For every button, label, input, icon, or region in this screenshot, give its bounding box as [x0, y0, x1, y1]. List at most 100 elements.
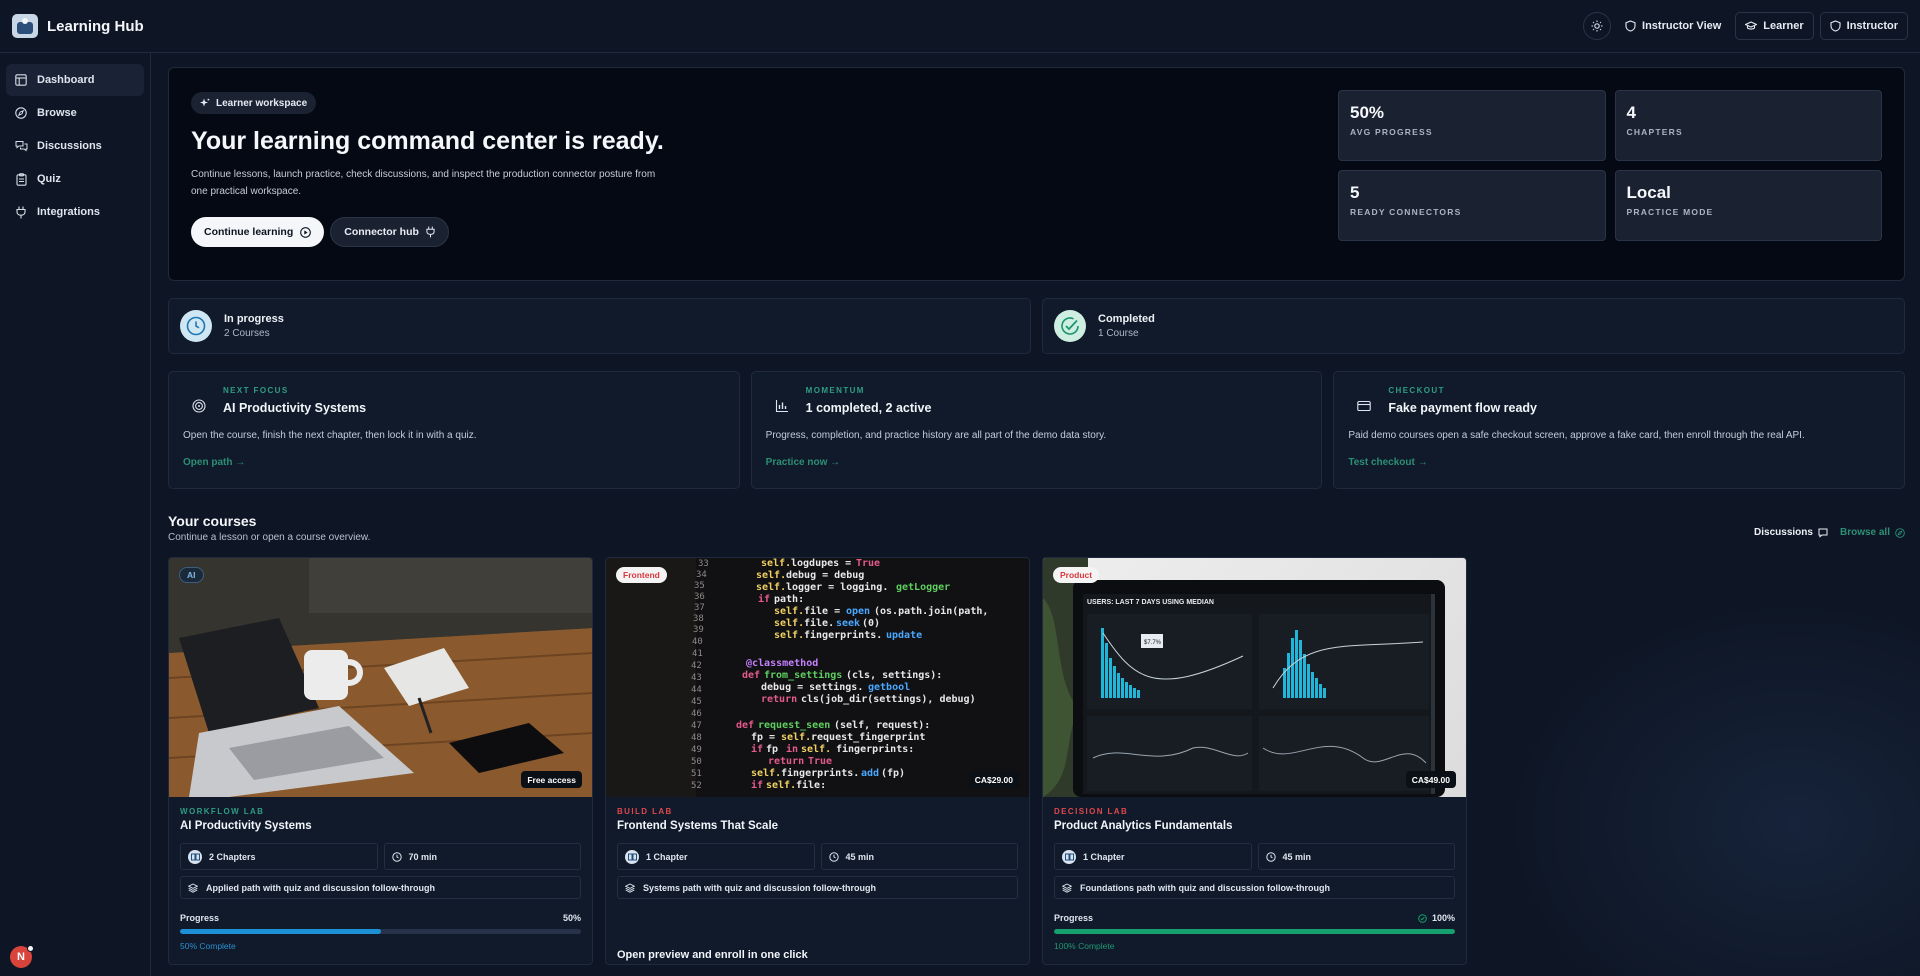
chat-icon	[1818, 528, 1828, 538]
svg-text:35: 35	[694, 581, 705, 591]
course-eyebrow: WORKFLOW LAB	[180, 807, 265, 816]
in-progress-card[interactable]: In progress 2 Courses	[168, 298, 1031, 354]
book-icon	[1062, 849, 1076, 864]
focus-title: 1 completed, 2 active	[805, 401, 932, 415]
sidebar-item-label: Browse	[37, 107, 77, 119]
course-title: Product Analytics Fundamentals	[1054, 820, 1233, 832]
plug-icon	[14, 205, 28, 219]
avatar[interactable]: N	[10, 945, 34, 968]
status-title: In progress	[224, 313, 284, 325]
hero-panel: Learner workspace Your learning command …	[168, 67, 1905, 281]
instructor-role-button[interactable]: Instructor	[1819, 12, 1908, 40]
stat-label: CHAPTERS	[1626, 127, 1683, 137]
svg-text:getLogger: getLogger	[896, 582, 950, 593]
svg-text:43: 43	[691, 673, 702, 683]
course-card-ai-productivity[interactable]: AI Free access WORKFLOW LAB AI Productiv…	[168, 557, 593, 965]
svg-text:38: 38	[693, 614, 704, 624]
sidebar-item-quiz[interactable]: Quiz	[6, 163, 144, 195]
svg-text:37: 37	[694, 603, 705, 613]
theme-toggle-button[interactable]	[1583, 12, 1612, 40]
layers-icon	[1062, 882, 1072, 893]
background-glow	[1500, 596, 1920, 976]
course-card-product-analytics[interactable]: USERS: LAST 7 DAYS USING MEDIAN $7.7% Pr…	[1042, 557, 1467, 965]
workspace-pill-label: Learner workspace	[216, 97, 308, 109]
notification-dot	[27, 945, 34, 952]
connector-hub-button[interactable]: Connector hub	[330, 217, 449, 247]
sidebar-item-dashboard[interactable]: Dashboard	[6, 64, 144, 96]
svg-text:fingerprints.: fingerprints.	[781, 767, 859, 779]
clipboard-icon	[14, 172, 28, 186]
shield-icon	[1830, 20, 1841, 32]
stat-label: READY CONNECTORS	[1350, 207, 1462, 217]
sidebar-item-integrations[interactable]: Integrations	[6, 196, 144, 228]
stat-card: 4 CHAPTERS	[1614, 90, 1882, 161]
chapters-label: 2 Chapters	[209, 851, 256, 862]
svg-text:request_fingerprint: request_fingerprint	[811, 731, 925, 743]
brand[interactable]: Learning Hub	[12, 14, 144, 38]
book-icon	[625, 849, 639, 864]
compass-icon	[14, 106, 28, 120]
svg-text:def: def	[736, 720, 754, 731]
svg-text:46: 46	[691, 709, 702, 719]
svg-text:self.: self.	[801, 744, 831, 755]
stat-card: 50% AVG PROGRESS	[1338, 90, 1606, 161]
layers-icon	[188, 882, 198, 893]
chapters-label: 1 Chapter	[1083, 851, 1125, 862]
completed-card[interactable]: Completed 1 Course	[1042, 298, 1905, 354]
course-card-frontend-systems[interactable]: 33 34 35 36 37 38 39 40 41 42 43 44 45 46 47 48 49 50 51 52…	[605, 557, 1030, 965]
svg-text:47: 47	[691, 721, 702, 731]
sidebar: Dashboard Browse Discussions Quiz Integr…	[0, 53, 151, 976]
svg-text:49: 49	[691, 745, 702, 755]
svg-text:def: def	[742, 670, 760, 681]
svg-text:debug = settings.: debug = settings.	[761, 681, 863, 693]
svg-text:self.: self.	[766, 780, 796, 791]
sidebar-item-label: Integrations	[37, 206, 100, 218]
momentum-card: MOMENTUM 1 completed, 2 active Progress, …	[750, 371, 1323, 489]
sidebar-item-discussions[interactable]: Discussions	[6, 130, 144, 162]
svg-text:request_seen: request_seen	[758, 720, 830, 731]
svg-text:file:: file:	[796, 779, 826, 791]
chapters-meta: 1 Chapter	[617, 843, 815, 870]
svg-text:cls(job_dir(settings), debug): cls(job_dir(settings), debug)	[801, 693, 976, 705]
learner-role-button[interactable]: Learner	[1735, 12, 1814, 40]
status-subtitle: 2 Courses	[224, 328, 270, 339]
browse-all-link[interactable]: Browse all	[1840, 527, 1905, 538]
instructor-label: Instructor	[1846, 20, 1898, 32]
svg-text:self.: self.	[781, 732, 811, 743]
sidebar-item-browse[interactable]: Browse	[6, 97, 144, 129]
svg-text:self.: self.	[774, 606, 804, 617]
path-label: Systems path with quiz and discussion fo…	[643, 882, 877, 893]
sun-icon	[1591, 20, 1603, 32]
test-checkout-link[interactable]: Test checkout →	[1348, 457, 1890, 468]
svg-text:update: update	[886, 630, 922, 641]
stats-grid: 50% AVG PROGRESS 4 CHAPTERS 5 READY CONNECT…	[1338, 90, 1882, 241]
progress-fill	[180, 929, 381, 934]
sidebar-item-label: Dashboard	[37, 74, 95, 86]
svg-text:if: if	[751, 743, 763, 755]
progress-fill	[1054, 929, 1455, 934]
courses-subtitle: Continue a lesson or open a course overv…	[168, 532, 371, 543]
shield-icon	[1625, 20, 1636, 32]
credit-card-icon	[1354, 396, 1374, 416]
discussions-link[interactable]: Discussions	[1754, 527, 1828, 538]
svg-text:fingerprints.: fingerprints.	[804, 629, 882, 641]
focus-eyebrow: MOMENTUM	[805, 386, 865, 395]
enroll-link[interactable]: Open preview and enroll in one click	[617, 949, 1018, 961]
focus-description: Open the course, finish the next chapter…	[183, 430, 477, 441]
svg-text:file.: file.	[804, 617, 834, 629]
instructor-view-button[interactable]: Instructor View	[1617, 12, 1729, 40]
svg-text:33: 33	[698, 559, 709, 569]
layout-icon	[14, 73, 28, 87]
open-path-link[interactable]: Open path →	[183, 457, 725, 468]
svg-text:(os.path.join(path,: (os.path.join(path,	[874, 605, 988, 617]
practice-now-link[interactable]: Practice now →	[766, 457, 1308, 468]
logo-icon	[12, 14, 38, 38]
chat-icon	[14, 139, 28, 153]
path-meta: Foundations path with quiz and discussio…	[1054, 876, 1455, 899]
svg-text:open: open	[846, 606, 870, 617]
path-meta: Applied path with quiz and discussion fo…	[180, 876, 581, 899]
svg-text:self.: self.	[761, 558, 791, 569]
continue-learning-button[interactable]: Continue learning	[191, 217, 325, 247]
svg-text:@classmethod: @classmethod	[746, 658, 818, 669]
svg-text:self.: self.	[751, 768, 781, 779]
